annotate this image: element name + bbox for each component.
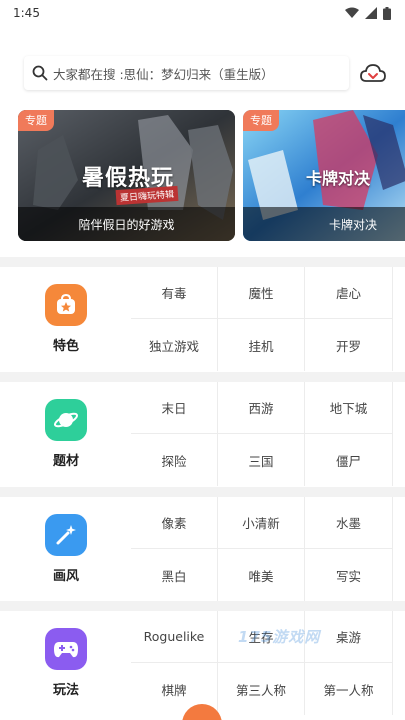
tag-item[interactable]: 水墨 (305, 497, 393, 549)
category-title: 玩法 (52, 683, 79, 698)
status-bar: 1:45 (0, 0, 405, 26)
category-head[interactable]: 特色 (30, 267, 102, 371)
search-placeholder: 大家都在搜 :思仙：梦幻归来（重生版） (53, 66, 274, 82)
tag-item[interactable]: Roguelike (131, 611, 218, 663)
tag-item[interactable]: 小清新 (218, 497, 305, 549)
cloud-download-button[interactable] (360, 62, 386, 86)
tag-item[interactable]: 僵尸 (305, 434, 393, 486)
magic-wand-icon (45, 514, 87, 556)
status-time: 1:45 (13, 6, 40, 20)
category-title: 题材 (52, 454, 79, 469)
category-section-gameplay: 玩法 Roguelike 生存 桌游 棋牌 第三人称 第一人称 (0, 611, 405, 715)
tag-item[interactable]: 第三人称 (218, 663, 305, 715)
cell-signal-icon (365, 7, 377, 19)
section-divider (0, 257, 405, 267)
status-icons (345, 6, 391, 20)
banner-caption: 卡牌对决 (243, 207, 405, 241)
tag-item[interactable]: 挂机 (218, 319, 305, 371)
tag-item[interactable]: 末日 (131, 382, 218, 434)
category-title: 特色 (52, 339, 79, 354)
category-title: 画风 (52, 569, 79, 584)
tag-item[interactable]: 唯美 (218, 549, 305, 601)
category-section-art-style: 画风 像素 小清新 水墨 黑白 唯美 写实 (0, 497, 405, 601)
search-icon (32, 65, 48, 81)
banner-summer-games[interactable]: 专题 暑假热玩 夏日嗨玩特辑 陪伴假日的好游戏 (18, 110, 235, 241)
tag-item[interactable]: 黑白 (131, 549, 218, 601)
section-divider (0, 372, 405, 382)
banner-tag: 专题 (243, 110, 279, 131)
tag-item[interactable]: 第一人称 (305, 663, 393, 715)
section-divider (0, 487, 405, 497)
star-bag-icon (45, 284, 87, 326)
tag-item[interactable]: 魔性 (218, 267, 305, 319)
battery-icon (383, 6, 391, 20)
tag-grid: 末日 西游 地下城 探险 三国 僵尸 (131, 382, 393, 486)
tag-item[interactable]: 西游 (218, 382, 305, 434)
gamepad-icon (45, 628, 87, 670)
watermark: 175游戏网 (238, 628, 321, 646)
banner-headline: 卡牌对决 (306, 169, 371, 188)
tag-item[interactable]: 地下城 (305, 382, 393, 434)
tag-item[interactable]: 三国 (218, 434, 305, 486)
category-head[interactable]: 题材 (30, 382, 102, 486)
tag-grid: 像素 小清新 水墨 黑白 唯美 写实 (131, 497, 393, 601)
banner-card-battle[interactable]: 专题 卡牌对决 卡牌对决 (243, 110, 405, 241)
tag-item[interactable]: 探险 (131, 434, 218, 486)
category-head[interactable]: 玩法 (30, 611, 102, 715)
tag-item[interactable]: 虐心 (305, 267, 393, 319)
tag-item[interactable]: 独立游戏 (131, 319, 218, 371)
banner-caption: 陪伴假日的好游戏 (18, 207, 235, 241)
cloud-download-icon (360, 64, 386, 82)
wifi-icon (345, 7, 359, 18)
category-section-theme: 题材 末日 西游 地下城 探险 三国 僵尸 (0, 382, 405, 486)
tag-item[interactable]: 开罗 (305, 319, 393, 371)
banner-tag: 专题 (18, 110, 54, 131)
tag-grid: 有毒 魔性 虐心 独立游戏 挂机 开罗 (131, 267, 393, 371)
category-section-feature: 特色 有毒 魔性 虐心 独立游戏 挂机 开罗 (0, 267, 405, 371)
tag-item[interactable]: 有毒 (131, 267, 218, 319)
search-input[interactable]: 大家都在搜 :思仙：梦幻归来（重生版） (24, 56, 349, 90)
planet-icon (45, 399, 87, 441)
section-divider (0, 601, 405, 611)
category-head[interactable]: 画风 (30, 497, 102, 601)
tag-item[interactable]: 像素 (131, 497, 218, 549)
tag-item[interactable]: 写实 (305, 549, 393, 601)
